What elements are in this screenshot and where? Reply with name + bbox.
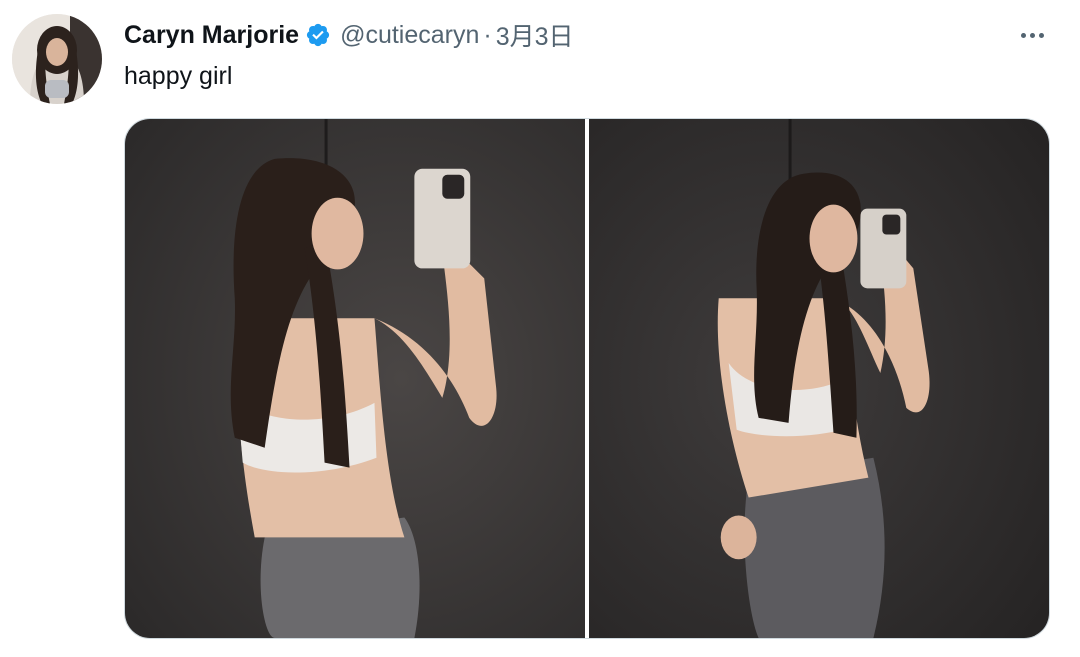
tweet-card[interactable]: Caryn Marjorie @cutiecaryn · 3月3日 happy … — [0, 0, 1080, 657]
media-photo-2[interactable] — [589, 119, 1049, 638]
more-options-icon[interactable] — [1012, 20, 1052, 50]
more-dot — [1029, 32, 1035, 38]
more-dot — [1020, 32, 1026, 38]
media-grid — [124, 118, 1050, 639]
media-photo-1[interactable] — [125, 119, 585, 638]
tweet-date[interactable]: 3月3日 — [496, 17, 574, 53]
tweet-header: Caryn Marjorie @cutiecaryn · 3月3日 — [124, 18, 574, 52]
author-handle[interactable]: @cutiecaryn — [340, 21, 479, 50]
author-avatar[interactable] — [12, 14, 102, 104]
more-dot — [1038, 32, 1044, 38]
photo-image — [589, 119, 1049, 638]
photo-image — [125, 119, 585, 638]
avatar-image — [12, 14, 102, 104]
tweet-text: happy girl — [124, 62, 233, 90]
author-display-name[interactable]: Caryn Marjorie — [124, 21, 299, 50]
verified-badge-icon[interactable] — [305, 22, 331, 48]
meta-separator: · — [483, 20, 492, 49]
